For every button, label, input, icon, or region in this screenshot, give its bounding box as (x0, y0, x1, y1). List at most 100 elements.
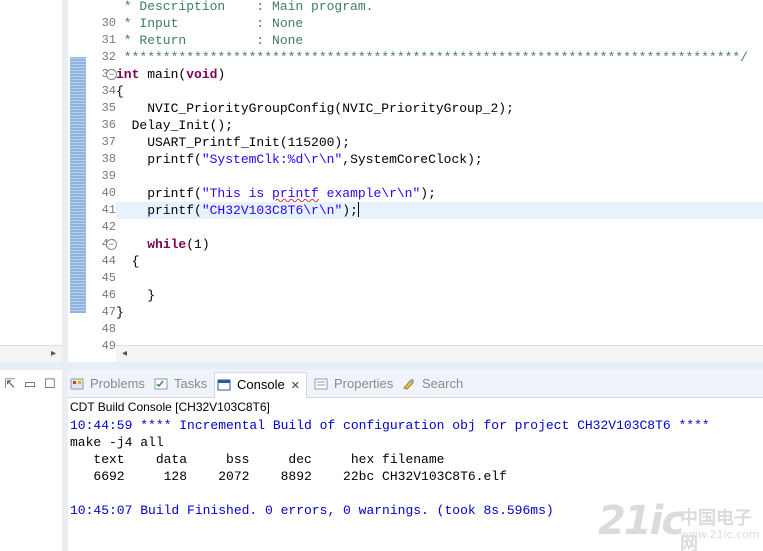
console-title: CDT Build Console [CH32V103C8T6] (70, 400, 270, 414)
console-line: 10:44:59 **** Incremental Build of confi… (70, 418, 710, 433)
code-token: printf (272, 186, 319, 201)
code-token: "CH32V103C8T6\r\n" (201, 203, 343, 218)
code-line[interactable]: int main(void) (116, 66, 763, 83)
code-token: printf( (116, 152, 202, 167)
problems-icon (70, 378, 84, 390)
code-token: } (116, 288, 156, 303)
code-token: NVIC_PriorityGroupConfig(NVIC_PriorityGr… (116, 101, 514, 116)
editor-horizontal-scrollbar[interactable]: ◂ (116, 345, 763, 362)
code-token: Delay_Init(); (116, 118, 234, 133)
tab-search[interactable]: Search (400, 372, 463, 398)
left-horizontal-scrollbar[interactable]: ▸ (0, 345, 62, 362)
line-number: 36 (101, 118, 116, 132)
panel-tab-bar: Problems Tasks Console ✕ Properties Searc… (68, 370, 763, 398)
tab-problems[interactable]: Problems (68, 372, 145, 398)
editor-left-ruler (68, 0, 88, 366)
line-number: 38 (101, 152, 116, 166)
tab-properties-label: Properties (334, 376, 394, 391)
tab-console[interactable]: Console ✕ (214, 372, 307, 398)
code-token: { (116, 84, 124, 99)
code-token: void (186, 67, 218, 82)
line-number: 49 (101, 339, 116, 353)
line-number: 39 (101, 169, 116, 183)
line-number: 30 (101, 16, 116, 30)
line-number: 48 (101, 322, 116, 336)
code-line[interactable]: NVIC_PriorityGroupConfig(NVIC_PriorityGr… (116, 100, 763, 117)
close-icon[interactable]: ✕ (291, 380, 300, 392)
code-line[interactable]: while(1) (116, 236, 763, 253)
code-line[interactable] (116, 168, 763, 185)
line-number: 31 (101, 33, 116, 47)
line-number: 45 (101, 271, 116, 285)
left-view (0, 0, 62, 366)
code-token: (1) (186, 237, 210, 252)
code-line[interactable]: printf("SystemClk:%d\r\n",SystemCoreCloc… (116, 151, 763, 168)
line-number: 34 (101, 84, 116, 98)
restore-icon[interactable]: ⇱ (0, 376, 20, 392)
code-token: * Input : None (116, 16, 304, 31)
console-line: text data bss dec hex filename (70, 452, 445, 467)
left-view-toolbar: ⇱ ▭ ☐ (0, 370, 62, 551)
code-line[interactable] (116, 270, 763, 287)
code-token: example\r\n" (318, 186, 421, 201)
code-token: ); (420, 186, 436, 201)
code-token: printf( (116, 186, 202, 201)
code-line[interactable]: * Input : None (116, 15, 763, 32)
console-line: make -j4 all (70, 435, 164, 450)
line-number: 35 (101, 101, 116, 115)
code-line[interactable] (116, 219, 763, 236)
scroll-left-arrow-icon[interactable]: ◂ (122, 348, 127, 359)
code-line[interactable]: printf("CH32V103C8T6\r\n"); (116, 202, 763, 219)
maximize-icon[interactable]: ☐ (40, 376, 60, 392)
quick-diff-bar (70, 57, 86, 313)
line-number: 47 (101, 305, 116, 319)
line-number: 32 (101, 50, 116, 64)
code-token: * Return : None (116, 33, 304, 48)
code-token: while (147, 237, 187, 252)
console-line: 6692 128 2072 8892 22bc CH32V103C8T6.elf (70, 469, 507, 484)
console-icon (217, 379, 231, 391)
tab-problems-label: Problems (90, 376, 145, 391)
tab-properties[interactable]: Properties (312, 372, 393, 398)
code-token: ); (342, 203, 358, 218)
code-token: "This is (201, 186, 273, 201)
line-number: 37 (101, 135, 116, 149)
line-number: 42 (101, 220, 116, 234)
code-token: main( (139, 67, 187, 82)
code-line[interactable]: * Return : None (116, 32, 763, 49)
code-token: ****************************************… (116, 50, 748, 65)
line-number (86, 0, 116, 15)
line-number: 40 (101, 186, 116, 200)
code-token: * Description : Main program. (116, 0, 374, 14)
code-line[interactable]: } (116, 287, 763, 304)
properties-icon (314, 378, 328, 390)
line-number: 41 (101, 203, 116, 217)
code-line[interactable]: { (116, 83, 763, 100)
code-token: USART_Printf_Init(115200); (116, 135, 351, 150)
line-number: 46 (101, 288, 116, 302)
code-line[interactable]: } (116, 304, 763, 321)
code-line[interactable]: printf("This is printf example\r\n"); (116, 185, 763, 202)
code-line[interactable]: ****************************************… (116, 49, 763, 66)
tab-search-label: Search (422, 376, 464, 391)
code-line[interactable]: * Description : Main program. (116, 0, 763, 15)
tab-tasks[interactable]: Tasks (152, 372, 207, 398)
code-token: int (116, 67, 140, 82)
code-token: "SystemClk:%d\r\n" (201, 152, 343, 167)
code-editor[interactable]: * Description : Main program. 30 * Input … (68, 0, 763, 366)
scroll-right-arrow-icon[interactable]: ▸ (51, 348, 56, 359)
code-line[interactable]: Delay_Init(); (116, 117, 763, 134)
code-line[interactable] (116, 321, 763, 338)
minimize-icon[interactable]: ▭ (20, 376, 40, 392)
code-line[interactable]: { (116, 253, 763, 270)
code-token: } (116, 305, 124, 320)
code-token: printf( (116, 203, 202, 218)
horizontal-sash[interactable] (0, 362, 763, 370)
tab-tasks-label: Tasks (174, 376, 208, 391)
line-number: 44 (101, 254, 116, 268)
text-caret (357, 202, 359, 217)
console-line: 10:45:07 Build Finished. 0 errors, 0 war… (70, 503, 554, 518)
tasks-icon (154, 378, 168, 390)
code-line[interactable]: USART_Printf_Init(115200); (116, 134, 763, 151)
